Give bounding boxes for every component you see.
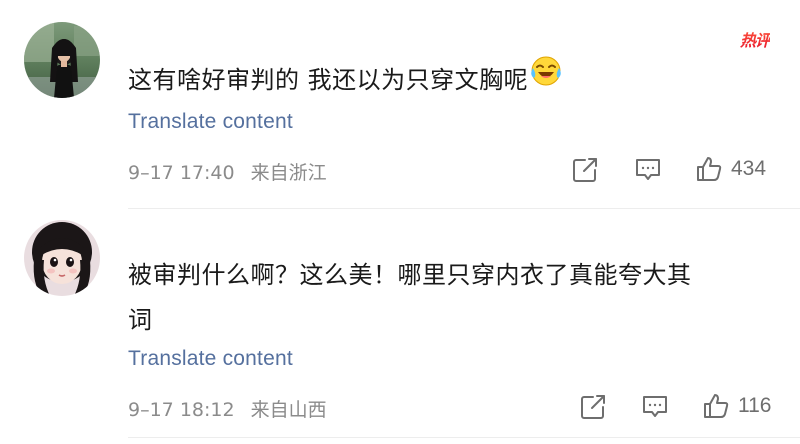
- comment-meta: 9–17 17:40 来自浙江: [128, 158, 327, 185]
- like-count: 434: [731, 157, 767, 180]
- translate-link[interactable]: Translate content: [128, 347, 293, 371]
- comment-text: 这有啥好审判的 我还以为只穿文胸呢: [128, 55, 562, 103]
- comment-location: 来自山西: [250, 399, 327, 421]
- thumbs-up-icon: [704, 394, 729, 418]
- like-button[interactable]: 434: [695, 155, 766, 183]
- crying-laughing-emoji-icon: [530, 55, 562, 102]
- reply-button[interactable]: [641, 394, 669, 420]
- avatar[interactable]: [24, 22, 100, 98]
- comment-meta: 9–17 18:12 来自山西: [128, 395, 327, 422]
- like-count: 116: [738, 394, 772, 417]
- comment-text-line: 词: [128, 306, 153, 334]
- avatar[interactable]: [24, 220, 100, 296]
- comment-item: 热评 这有啥好审判的 我还以为只穿文胸呢 Translate content 9…: [0, 0, 800, 200]
- comment-date: 9–17: [128, 399, 174, 421]
- comment-location: 来自浙江: [250, 162, 327, 184]
- share-icon: [573, 158, 597, 182]
- translate-link[interactable]: Translate content: [128, 110, 293, 134]
- share-icon: [581, 395, 605, 419]
- comment-time: 17:40: [179, 162, 235, 184]
- comment-text-line: 被审判什么啊？这么美！哪里只穿内衣了真能夸大其: [128, 261, 692, 289]
- share-button[interactable]: [572, 157, 598, 183]
- comment-text-content: 这有啥好审判的 我还以为只穿文胸呢: [128, 66, 529, 94]
- comment-item: 被审判什么啊？这么美！哪里只穿内衣了真能夸大其 词 Translate cont…: [0, 208, 800, 444]
- like-button[interactable]: 116: [702, 392, 771, 420]
- thumbs-up-icon: [697, 157, 722, 181]
- comment-icon: [636, 159, 660, 180]
- comment-text: 被审判什么啊？这么美！哪里只穿内衣了真能夸大其 词: [128, 253, 788, 343]
- comment-date: 9–17: [128, 162, 174, 184]
- comment-time: 18:12: [179, 399, 235, 421]
- comment-divider: [128, 437, 800, 438]
- comment-icon: [643, 396, 667, 417]
- hot-comment-badge: 热评: [740, 27, 771, 51]
- reply-button[interactable]: [634, 157, 662, 183]
- share-button[interactable]: [580, 394, 606, 420]
